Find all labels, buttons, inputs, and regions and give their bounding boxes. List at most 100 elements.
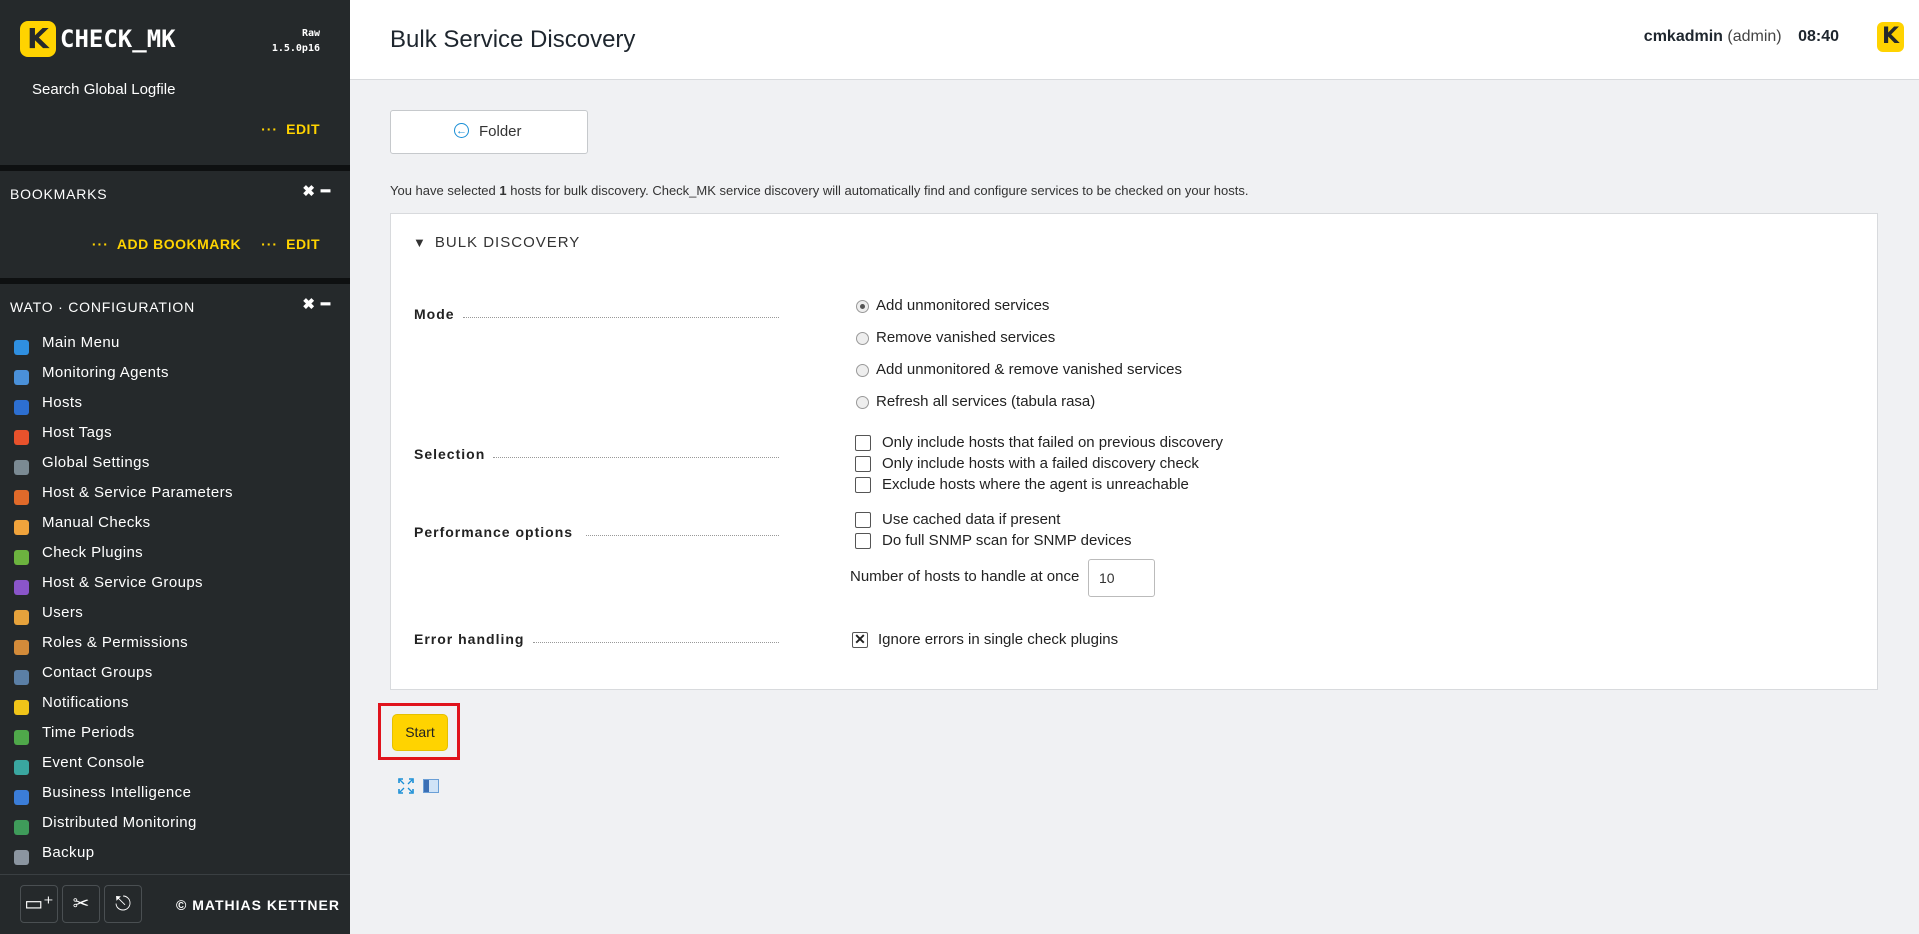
mode-radio[interactable] — [856, 300, 869, 313]
wato-item-label: Contact Groups — [42, 664, 153, 681]
mode-label: Mode — [414, 306, 455, 322]
wato-item-label: Users — [42, 604, 84, 621]
wato-item-host-service-groups[interactable]: Host & Service Groups — [0, 571, 350, 601]
wato-item-label: Event Console — [42, 754, 145, 771]
logout-icon[interactable]: ⎋ — [104, 885, 142, 923]
contact-groups-icon — [14, 670, 29, 685]
wato-item-host-service-parameters[interactable]: Host & Service Parameters — [0, 481, 350, 511]
layout-icon[interactable] — [423, 779, 439, 793]
add-bookmark-link[interactable]: ADD BOOKMARK — [117, 236, 241, 252]
mode-option-label[interactable]: Remove vanished services — [876, 329, 1055, 346]
wato-item-distributed-monitoring[interactable]: Distributed Monitoring — [0, 811, 350, 841]
expand-icon[interactable] — [398, 778, 414, 794]
top-snapin-edit-link[interactable]: EDIT — [286, 121, 320, 137]
wato-item-label: Check Plugins — [42, 544, 144, 561]
wato-item-label: Business Intelligence — [42, 784, 192, 801]
start-button[interactable]: Start — [392, 714, 448, 751]
mode-dotline — [463, 317, 779, 318]
checkmk-logo-icon[interactable]: K — [20, 21, 56, 57]
wato-title[interactable]: WATO · CONFIGURATION — [10, 299, 195, 315]
performance-checkbox[interactable] — [855, 512, 871, 528]
sidebar: K CHECK_MK Raw 1.5.0p16 Search Global Lo… — [0, 0, 350, 934]
checkmk-logo-icon[interactable]: K — [1877, 22, 1904, 52]
wato-item-manual-checks[interactable]: Manual Checks — [0, 511, 350, 541]
logo-text[interactable]: CHECK_MK — [60, 25, 176, 53]
minimize-icon[interactable]: ━ — [321, 183, 330, 200]
selection-checkbox[interactable] — [855, 477, 871, 493]
ignore-errors-checkbox[interactable]: ✕ — [852, 632, 868, 648]
folder-button[interactable]: ← Folder — [390, 110, 588, 154]
event-console-icon — [14, 760, 29, 775]
gear-icon — [14, 460, 29, 475]
top-snapin-actions: ··· EDIT — [261, 121, 320, 137]
sidebar-header: K CHECK_MK Raw 1.5.0p16 — [0, 0, 350, 80]
wato-item-time-periods[interactable]: Time Periods — [0, 721, 350, 751]
selection-checkbox[interactable] — [855, 456, 871, 472]
users-icon — [14, 610, 29, 625]
username[interactable]: cmkadmin — [1644, 28, 1723, 45]
mode-option-label[interactable]: Add unmonitored services — [876, 297, 1049, 314]
bookmarks-edit-link[interactable]: EDIT — [286, 236, 320, 252]
wato-item-backup[interactable]: Backup — [0, 841, 350, 871]
bookmarks-title[interactable]: BOOKMARKS — [10, 186, 107, 202]
wato-item-roles-permissions[interactable]: Roles & Permissions — [0, 631, 350, 661]
logo-letter: K — [27, 22, 49, 55]
bell-icon — [14, 700, 29, 715]
backup-icon — [14, 850, 29, 865]
wato-item-check-plugins[interactable]: Check Plugins — [0, 541, 350, 571]
wato-item-label: Notifications — [42, 694, 129, 711]
performance-option-label[interactable]: Do full SNMP scan for SNMP devices — [882, 532, 1132, 549]
search-global-logfile-link[interactable]: Search Global Logfile — [32, 81, 175, 98]
minimize-icon[interactable]: ━ — [321, 296, 330, 313]
selection-option-label[interactable]: Only include hosts that failed on previo… — [882, 434, 1223, 451]
performance-checkbox[interactable] — [855, 533, 871, 549]
performance-dotline — [586, 535, 779, 536]
performance-option-label[interactable]: Use cached data if present — [882, 511, 1060, 528]
folder-button-label: Folder — [479, 123, 522, 140]
selection-option-label[interactable]: Only include hosts with a failed discove… — [882, 455, 1199, 472]
sidebar-footer: ▭⁺ ✂ ⎋ © MATHIAS KETTNER — [0, 874, 350, 934]
hand-icon — [14, 520, 29, 535]
bookmarks-controls: ✖ ━ — [296, 182, 330, 200]
mode-radio[interactable] — [856, 364, 869, 377]
mode-radio[interactable] — [856, 396, 869, 409]
agents-icon — [14, 370, 29, 385]
wato-item-event-console[interactable]: Event Console — [0, 751, 350, 781]
wato-item-hosts[interactable]: Hosts — [0, 391, 350, 421]
roles-icon — [14, 640, 29, 655]
wato-item-host-tags[interactable]: Host Tags — [0, 421, 350, 451]
ignore-errors-label[interactable]: Ignore errors in single check plugins — [878, 631, 1118, 648]
wato-item-label: Hosts — [42, 394, 83, 411]
close-icon[interactable]: ✖ — [302, 296, 315, 313]
wato-item-label: Backup — [42, 844, 95, 861]
selection-checkbox[interactable] — [855, 435, 871, 451]
clock-time: 08:40 — [1798, 28, 1839, 45]
bulk-discovery-header[interactable]: ▼ BULK DISCOVERY — [413, 234, 580, 251]
add-snapin-icon[interactable]: ▭⁺ — [20, 885, 58, 923]
hosts-at-once-input[interactable] — [1088, 559, 1155, 597]
dots-icon: ··· — [261, 236, 279, 252]
hosts-icon — [14, 400, 29, 415]
wato-item-business-intelligence[interactable]: Business Intelligence — [0, 781, 350, 811]
globe-icon — [14, 820, 29, 835]
tag-icon — [14, 430, 29, 445]
plugin-icon — [14, 550, 29, 565]
mode-radio[interactable] — [856, 332, 869, 345]
bi-icon — [14, 790, 29, 805]
selection-label: Selection — [414, 446, 486, 462]
close-icon[interactable]: ✖ — [302, 183, 315, 200]
tools-icon[interactable]: ✂ — [62, 885, 100, 923]
version-edition: Raw — [301, 28, 320, 39]
mode-option-label[interactable]: Refresh all services (tabula rasa) — [876, 393, 1095, 410]
wato-item-notifications[interactable]: Notifications — [0, 691, 350, 721]
wato-item-monitoring-agents[interactable]: Monitoring Agents — [0, 361, 350, 391]
wato-item-global-settings[interactable]: Global Settings — [0, 451, 350, 481]
hosts-at-once-label: Number of hosts to handle at once — [850, 568, 1080, 585]
wato-item-users[interactable]: Users — [0, 601, 350, 631]
clock-icon — [14, 730, 29, 745]
wato-item-main-menu[interactable]: Main Menu — [0, 331, 350, 361]
selection-option-label[interactable]: Exclude hosts where the agent is unreach… — [882, 476, 1189, 493]
bulk-discovery-title: BULK DISCOVERY — [434, 234, 581, 251]
mode-option-label[interactable]: Add unmonitored & remove vanished servic… — [876, 361, 1182, 378]
wato-item-contact-groups[interactable]: Contact Groups — [0, 661, 350, 691]
